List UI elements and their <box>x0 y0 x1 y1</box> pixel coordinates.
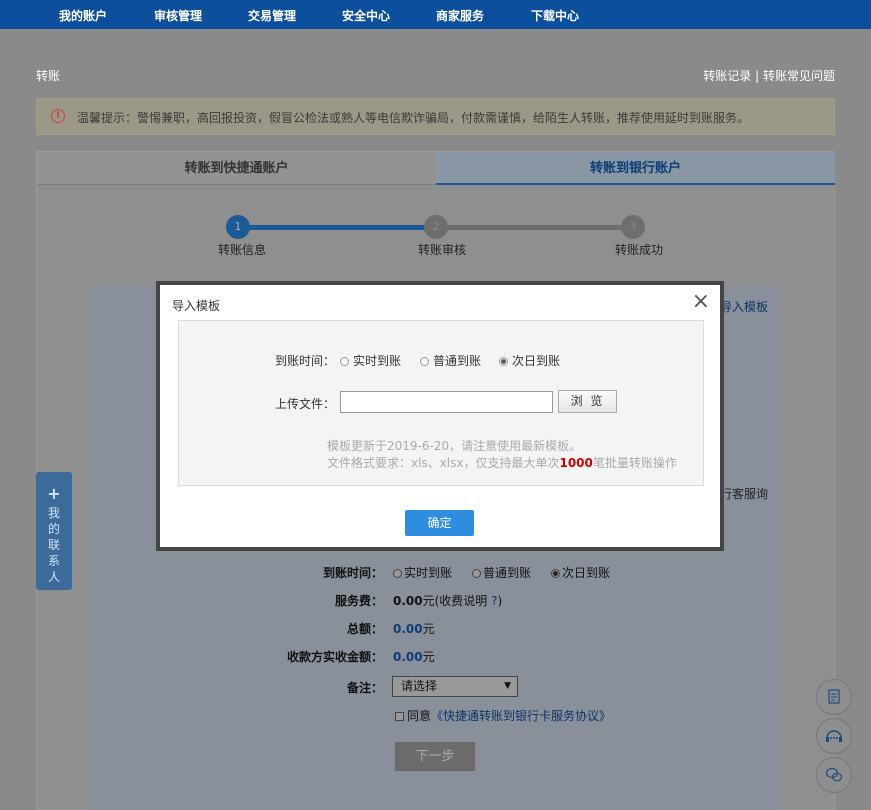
fee-label: 服务费： <box>334 594 383 608</box>
radio-icon <box>393 569 402 578</box>
import-template-modal: 导入模板 × 到账时间： 实时到账 普通到账 次日到账 上传文件： 浏 览 模板… <box>156 281 724 551</box>
radio-icon <box>472 569 481 578</box>
confirm-button[interactable]: 确定 <box>405 510 474 536</box>
warning-banner: ! 温馨提示：警惕兼职，高回报投资，假冒公检法或熟人等电信欺诈骗局，付款需谨慎，… <box>36 98 835 135</box>
modal-arrival-realtime[interactable]: 实时到账 <box>340 352 401 369</box>
agree-checkbox[interactable] <box>395 712 404 721</box>
fee-value-group: 0.00元(收费说明 ?) <box>393 592 502 609</box>
float-document-button[interactable] <box>816 679 852 715</box>
browse-button[interactable]: 浏 览 <box>558 390 617 413</box>
radio-selected-icon <box>551 569 560 578</box>
remark-select[interactable]: 请选择 ▼ <box>392 676 518 697</box>
arrival-time-row: 到账时间： 实时到账 普通到账 次日到账 <box>243 564 643 580</box>
radio-selected-icon <box>499 357 508 366</box>
receive-unit: 元 <box>422 650 435 664</box>
upload-file-input[interactable] <box>340 391 553 413</box>
remark-select-value: 请选择 <box>401 679 438 693</box>
headset-icon <box>817 719 851 753</box>
template-update-note: 模板更新于2019-6-20，请注意使用最新模板。 <box>327 439 582 453</box>
total-unit: 元 <box>422 622 435 636</box>
transfer-faq-link[interactable]: 转账常见问题 <box>763 69 835 83</box>
steps-progress <box>238 225 436 230</box>
plus-icon: + <box>47 484 61 503</box>
total-value: 0.00 <box>393 622 423 636</box>
radio-icon <box>340 357 349 366</box>
step-3-dot: 3 <box>621 215 645 239</box>
nav-merchant-services[interactable]: 商家服务 <box>436 7 484 24</box>
my-contacts-label: 我的联系人 <box>48 506 61 584</box>
step-1-dot: 1 <box>226 215 250 239</box>
tab-transfer-to-bank[interactable]: 转账到银行账户 <box>436 152 835 185</box>
agree-text: 同意 <box>407 709 432 723</box>
page-title: 转账 <box>36 69 61 83</box>
document-icon <box>817 680 851 714</box>
file-format-note: 文件格式要求：xls、xlsx，仅支持最大单次1000笔批量转账操作 <box>327 456 677 470</box>
max-count: 1000 <box>559 456 593 470</box>
receive-row: 收款方实收金额： 0.00元 <box>243 648 643 664</box>
arrival-option-realtime[interactable]: 实时到账 <box>393 564 452 581</box>
agreement-link[interactable]: 《快捷通转账到银行卡服务协议》 <box>431 709 611 723</box>
total-label: 总额： <box>346 622 383 636</box>
step-2-dot: 2 <box>424 215 448 239</box>
next-step-button[interactable]: 下一步 <box>395 742 475 771</box>
warning-text: 温馨提示：警惕兼职，高回报投资，假冒公检法或熟人等电信欺诈骗局，付款需谨慎，给陌… <box>77 111 750 125</box>
import-template-link[interactable]: 导入模板 <box>720 298 768 315</box>
agreement-row: 同意《快捷通转账到银行卡服务协议》 <box>395 707 611 724</box>
my-contacts-tab[interactable]: + 我的联系人 <box>36 472 72 590</box>
close-icon[interactable]: × <box>692 291 710 313</box>
total-value-group: 0.00元 <box>393 620 435 637</box>
nav-download-center[interactable]: 下载中心 <box>531 7 579 24</box>
nav-my-account[interactable]: 我的账户 <box>59 7 107 24</box>
customer-service-text: 行客服询 <box>720 487 769 501</box>
float-wechat-button[interactable] <box>816 757 852 793</box>
arrival-time-label: 到账时间： <box>322 566 383 580</box>
chevron-down-icon: ▼ <box>504 681 511 691</box>
total-row: 总额： 0.00元 <box>243 620 643 636</box>
arrival-option-nextday[interactable]: 次日到账 <box>551 564 610 581</box>
radio-icon <box>420 357 429 366</box>
top-nav: 我的账户 审核管理 交易管理 安全中心 商家服务 下载中心 <box>0 0 871 29</box>
receive-label: 收款方实收金额： <box>286 650 383 664</box>
tab-transfer-to-account[interactable]: 转账到快捷通账户 <box>37 152 436 185</box>
wechat-icon <box>817 758 851 792</box>
arrival-option-normal[interactable]: 普通到账 <box>472 564 531 581</box>
page-links: 转账记录 | 转账常见问题 <box>703 67 835 84</box>
float-customer-service-button[interactable] <box>816 718 852 754</box>
fee-value: 0.00 <box>393 594 423 608</box>
modal-arrival-nextday[interactable]: 次日到账 <box>499 352 560 369</box>
step-2-label: 转账审核 <box>418 243 467 257</box>
modal-body: 到账时间： 实时到账 普通到账 次日到账 上传文件： 浏 览 模板更新于2019… <box>178 320 704 486</box>
step-1-label: 转账信息 <box>218 243 267 257</box>
receive-value-group: 0.00元 <box>393 648 435 665</box>
modal-arrival-label: 到账时间： <box>275 354 336 368</box>
fee-close: ) <box>497 594 503 608</box>
warning-icon: ! <box>51 109 65 123</box>
nav-transaction-management[interactable]: 交易管理 <box>248 7 296 24</box>
fee-suffix: 元(收费说明 <box>422 594 488 608</box>
transfer-records-link[interactable]: 转账记录 <box>703 69 751 83</box>
nav-review-management[interactable]: 审核管理 <box>154 7 202 24</box>
modal-title: 导入模板 <box>172 299 221 313</box>
modal-arrival-normal[interactable]: 普通到账 <box>420 352 481 369</box>
receive-value: 0.00 <box>393 650 423 664</box>
link-separator: | <box>751 69 763 83</box>
remark-row: 备注： <box>243 679 393 695</box>
remark-label: 备注： <box>346 681 383 695</box>
nav-security-center[interactable]: 安全中心 <box>342 7 390 24</box>
upload-file-label: 上传文件： <box>275 397 336 411</box>
step-3-label: 转账成功 <box>615 243 664 257</box>
fee-row: 服务费： 0.00元(收费说明 ?) <box>243 592 643 608</box>
